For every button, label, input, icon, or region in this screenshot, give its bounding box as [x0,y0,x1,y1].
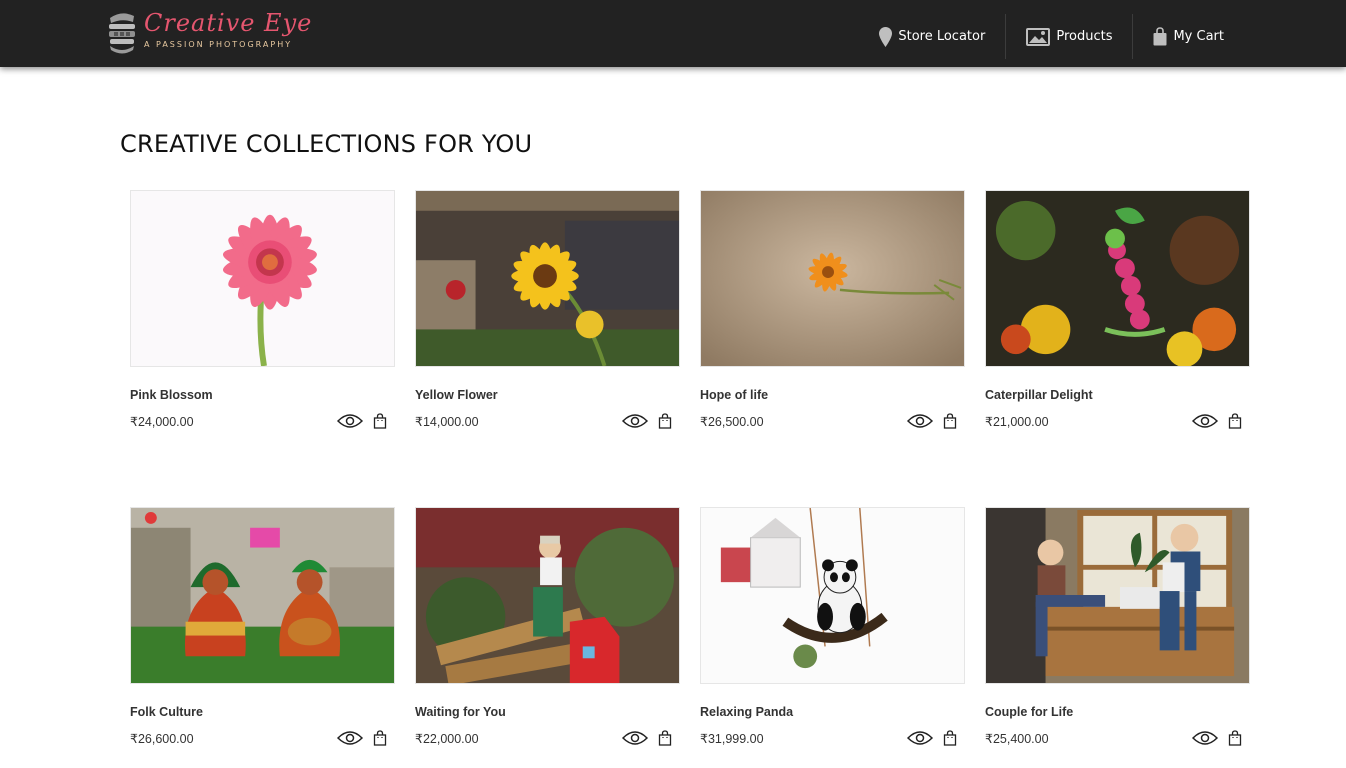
page-title: CREATIVE COLLECTIONS FOR YOU [120,130,533,158]
product-image[interactable] [415,507,680,684]
product-card: Folk Culture ₹26,600.00 [130,507,395,746]
product-name[interactable]: Hope of life [700,388,768,402]
brand-tagline: A PASSION PHOTOGRAPHY [144,40,293,49]
product-name[interactable]: Folk Culture [130,705,203,719]
camera-lens-icon [109,13,135,54]
image-icon [1026,27,1051,46]
nav-my-cart-label: My Cart [1173,29,1224,44]
product-price: ₹14,000.00 [415,415,479,429]
product-actions [907,413,957,429]
product-actions [1192,413,1242,429]
shopping-bag-icon[interactable] [373,730,387,746]
main-nav: Store Locator Products My Cart [859,14,1224,59]
eye-icon[interactable] [907,730,933,746]
product-image[interactable] [130,190,395,367]
shopping-bag-icon[interactable] [943,413,957,429]
product-actions [907,730,957,746]
shopping-bag-icon[interactable] [373,413,387,429]
shopping-bag-icon[interactable] [943,730,957,746]
eye-icon[interactable] [337,413,363,429]
product-card: Pink Blossom ₹24,000.00 [130,190,395,429]
top-navbar: Creative Eye A PASSION PHOTOGRAPHY Store… [0,0,1346,67]
nav-products[interactable]: Products [1006,14,1134,59]
shopping-bag-icon[interactable] [1228,730,1242,746]
product-image[interactable] [700,507,965,684]
product-card: Hope of life ₹26,500.00 [700,190,965,429]
product-price: ₹26,600.00 [130,732,194,746]
product-card: Couple for Life ₹25,400.00 [985,507,1250,746]
eye-icon[interactable] [1192,730,1218,746]
brand-logo[interactable]: Creative Eye A PASSION PHOTOGRAPHY [106,9,313,58]
product-card: Waiting for You ₹22,000.00 [415,507,680,746]
product-actions [622,413,672,429]
product-card: Yellow Flower ₹14,000.00 [415,190,680,429]
nav-store-locator[interactable]: Store Locator [859,14,1007,59]
product-name[interactable]: Yellow Flower [415,388,498,402]
product-actions [337,413,387,429]
product-price: ₹22,000.00 [415,732,479,746]
eye-icon[interactable] [622,413,648,429]
product-image[interactable] [415,190,680,367]
eye-icon[interactable] [1192,413,1218,429]
shopping-bag-icon[interactable] [658,730,672,746]
product-name[interactable]: Caterpillar Delight [985,388,1093,402]
map-pin-icon [879,26,893,47]
product-image[interactable] [130,507,395,684]
product-card: Caterpillar Delight ₹21,000.00 [985,190,1250,429]
product-name[interactable]: Pink Blossom [130,388,213,402]
nav-my-cart[interactable]: My Cart [1133,14,1224,59]
product-card: Relaxing Panda ₹31,999.00 [700,507,965,746]
product-name[interactable]: Couple for Life [985,705,1073,719]
eye-icon[interactable] [907,413,933,429]
product-name[interactable]: Waiting for You [415,705,506,719]
shopping-bag-icon[interactable] [1228,413,1242,429]
product-actions [1192,730,1242,746]
product-name[interactable]: Relaxing Panda [700,705,793,719]
product-image[interactable] [985,190,1250,367]
product-price: ₹21,000.00 [985,415,1049,429]
shopping-bag-icon[interactable] [658,413,672,429]
product-actions [622,730,672,746]
brand-name: Creative Eye [144,9,313,37]
nav-products-label: Products [1056,29,1113,44]
product-image[interactable] [985,507,1250,684]
product-price: ₹26,500.00 [700,415,764,429]
nav-store-locator-label: Store Locator [898,29,986,44]
shopping-bag-icon [1153,27,1167,46]
product-price: ₹31,999.00 [700,732,764,746]
product-price: ₹24,000.00 [130,415,194,429]
product-image[interactable] [700,190,965,367]
product-price: ₹25,400.00 [985,732,1049,746]
eye-icon[interactable] [622,730,648,746]
eye-icon[interactable] [337,730,363,746]
product-actions [337,730,387,746]
